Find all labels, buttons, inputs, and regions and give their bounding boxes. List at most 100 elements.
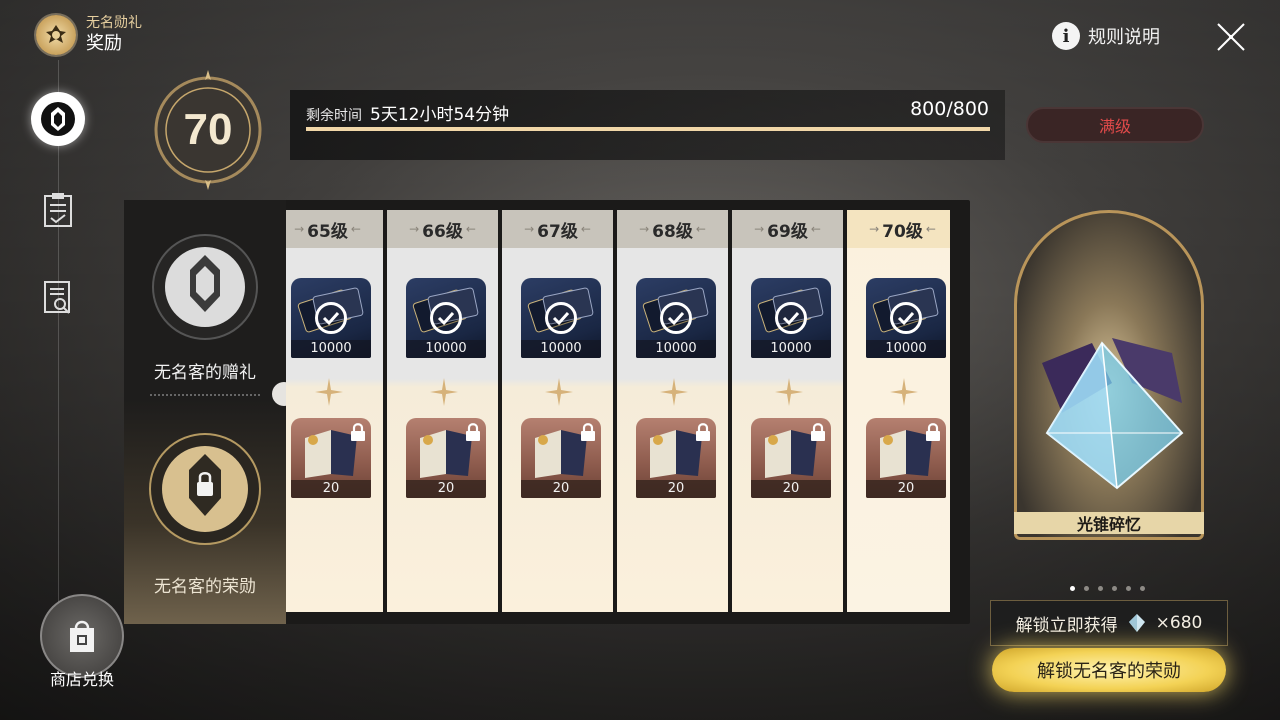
page-title-block: 无名勋礼 奖励 bbox=[36, 14, 142, 56]
level-header: → 66级 ← bbox=[387, 210, 498, 248]
free-reward-item[interactable]: 10000 bbox=[291, 278, 371, 358]
remaining-time-row: 剩余时间 5天12小时54分钟 bbox=[306, 100, 509, 125]
arrow-right-icon: → bbox=[294, 222, 305, 236]
level-column: → 68级 ← 10000 20 bbox=[617, 210, 730, 612]
level-column: → 69级 ← 10000 20 bbox=[732, 210, 845, 612]
nameless-honor-emblem-icon bbox=[36, 15, 76, 55]
paid-reward-item[interactable]: 20 bbox=[866, 418, 946, 498]
arrow-right-icon: → bbox=[639, 222, 650, 236]
pager-dot[interactable] bbox=[1070, 586, 1075, 591]
progress-panel: 剩余时间 5天12小时54分钟 800/800 bbox=[290, 90, 1005, 160]
free-reward-item[interactable]: 10000 bbox=[521, 278, 601, 358]
reward-quantity: 20 bbox=[751, 480, 831, 498]
close-icon bbox=[1217, 23, 1245, 51]
sidebar-tab-missions[interactable] bbox=[30, 182, 86, 238]
paid-reward-item[interactable]: 20 bbox=[291, 418, 371, 498]
document-search-icon bbox=[44, 281, 70, 314]
rules-label: 规则说明 bbox=[1088, 27, 1160, 48]
claimed-check-icon bbox=[315, 302, 347, 334]
showcase-frame[interactable] bbox=[1014, 210, 1204, 540]
pager-dot[interactable] bbox=[1084, 586, 1089, 591]
reward-quantity: 10000 bbox=[521, 340, 601, 358]
sparkle-icon bbox=[430, 378, 458, 406]
shop-exchange-label: 商店兑换 bbox=[49, 670, 114, 689]
sidebar-line bbox=[58, 60, 59, 680]
shard-currency-icon bbox=[1128, 614, 1145, 632]
level-column: → 66级 ← 10000 20 bbox=[387, 210, 500, 612]
level-header: → 65级 ← bbox=[286, 210, 383, 248]
free-track-emblem-icon bbox=[152, 234, 258, 340]
level-column: → 65级 ← 10000 20 bbox=[286, 210, 385, 612]
arrow-right-icon: → bbox=[869, 222, 880, 236]
paid-reward-item[interactable]: 20 bbox=[751, 418, 831, 498]
shop-exchange-button[interactable]: 商店兑换 bbox=[38, 594, 126, 689]
level-label: 69级 bbox=[767, 221, 808, 242]
clipboard-icon bbox=[44, 193, 72, 227]
free-reward-item[interactable]: 10000 bbox=[751, 278, 831, 358]
paid-track-header: 无名客的荣勋 bbox=[124, 400, 286, 624]
pager-dot[interactable] bbox=[1126, 586, 1131, 591]
free-track-label: 无名客的赠礼 bbox=[154, 363, 256, 383]
showcase-item-name: 光锥碎忆 bbox=[1014, 512, 1204, 534]
lock-icon bbox=[349, 422, 367, 442]
reward-quantity: 10000 bbox=[751, 340, 831, 358]
claimed-check-icon bbox=[890, 302, 922, 334]
unlock-bonus-label: 解锁立即获得 bbox=[1015, 615, 1118, 636]
paid-reward-item[interactable]: 20 bbox=[406, 418, 486, 498]
level-label: 68级 bbox=[652, 221, 693, 242]
track-labels: 无名客的赠礼 无名客的荣勋 bbox=[124, 200, 286, 624]
unlock-honor-button[interactable]: 解锁无名客的荣勋 bbox=[992, 648, 1226, 692]
rules-button[interactable]: i 规则说明 bbox=[1052, 22, 1160, 50]
max-level-button[interactable]: 满级 bbox=[1026, 107, 1204, 143]
showcase-pager[interactable] bbox=[1070, 586, 1145, 591]
sidebar-tab-details[interactable] bbox=[30, 270, 86, 326]
claimed-check-icon bbox=[775, 302, 807, 334]
paid-track-emblem-icon bbox=[149, 433, 261, 545]
claimed-check-icon bbox=[430, 302, 462, 334]
arrow-left-icon: ← bbox=[925, 222, 936, 236]
free-reward-item[interactable]: 10000 bbox=[406, 278, 486, 358]
remaining-time-value: 5天12小时54分钟 bbox=[370, 105, 510, 125]
level-label: 70级 bbox=[882, 221, 923, 242]
light-cone-crystal-icon bbox=[1042, 338, 1184, 490]
free-reward-item[interactable]: 10000 bbox=[866, 278, 946, 358]
sparkle-icon bbox=[660, 378, 688, 406]
page-subtitle: 无名勋礼 bbox=[86, 15, 142, 31]
pager-dot[interactable] bbox=[1112, 586, 1117, 591]
reward-quantity: 20 bbox=[636, 480, 716, 498]
free-reward-item[interactable]: 10000 bbox=[636, 278, 716, 358]
lock-icon bbox=[464, 422, 482, 442]
track-divider bbox=[150, 394, 260, 396]
emblem-icon bbox=[41, 102, 75, 136]
lock-icon bbox=[694, 422, 712, 442]
sidebar-tab-rewards[interactable] bbox=[30, 91, 86, 147]
reward-quantity: 20 bbox=[291, 480, 371, 498]
unlock-bonus-note: 解锁立即获得 ×680 bbox=[990, 600, 1228, 646]
paid-track-label: 无名客的荣勋 bbox=[154, 577, 256, 597]
level-label: 66级 bbox=[422, 221, 463, 242]
lock-icon bbox=[809, 422, 827, 442]
arrow-left-icon: ← bbox=[465, 222, 476, 236]
lock-icon bbox=[924, 422, 942, 442]
level-header: → 67级 ← bbox=[502, 210, 613, 248]
reward-quantity: 20 bbox=[866, 480, 946, 498]
arrow-left-icon: ← bbox=[580, 222, 591, 236]
paid-reward-item[interactable]: 20 bbox=[521, 418, 601, 498]
claimed-check-icon bbox=[660, 302, 692, 334]
pager-dot[interactable] bbox=[1098, 586, 1103, 591]
remaining-time-label: 剩余时间 bbox=[306, 108, 362, 124]
pager-dot[interactable] bbox=[1140, 586, 1145, 591]
paid-reward-item[interactable]: 20 bbox=[636, 418, 716, 498]
sparkle-icon bbox=[775, 378, 803, 406]
close-button[interactable] bbox=[1214, 20, 1248, 54]
arrow-right-icon: → bbox=[409, 222, 420, 236]
claimed-check-icon bbox=[545, 302, 577, 334]
reward-quantity: 10000 bbox=[636, 340, 716, 358]
current-level: 70 bbox=[183, 105, 233, 154]
level-label: 67级 bbox=[537, 221, 578, 242]
level-column: → 67级 ← 10000 20 bbox=[502, 210, 615, 612]
reward-columns: → 65级 ← 10000 20 → 66级 ← 10000 20 → 67级 ← 10000 20 → 68级… bbox=[286, 210, 950, 612]
exp-counter: 800/800 bbox=[910, 98, 989, 120]
exp-progress-bar bbox=[306, 127, 990, 131]
arrow-left-icon: ← bbox=[695, 222, 706, 236]
